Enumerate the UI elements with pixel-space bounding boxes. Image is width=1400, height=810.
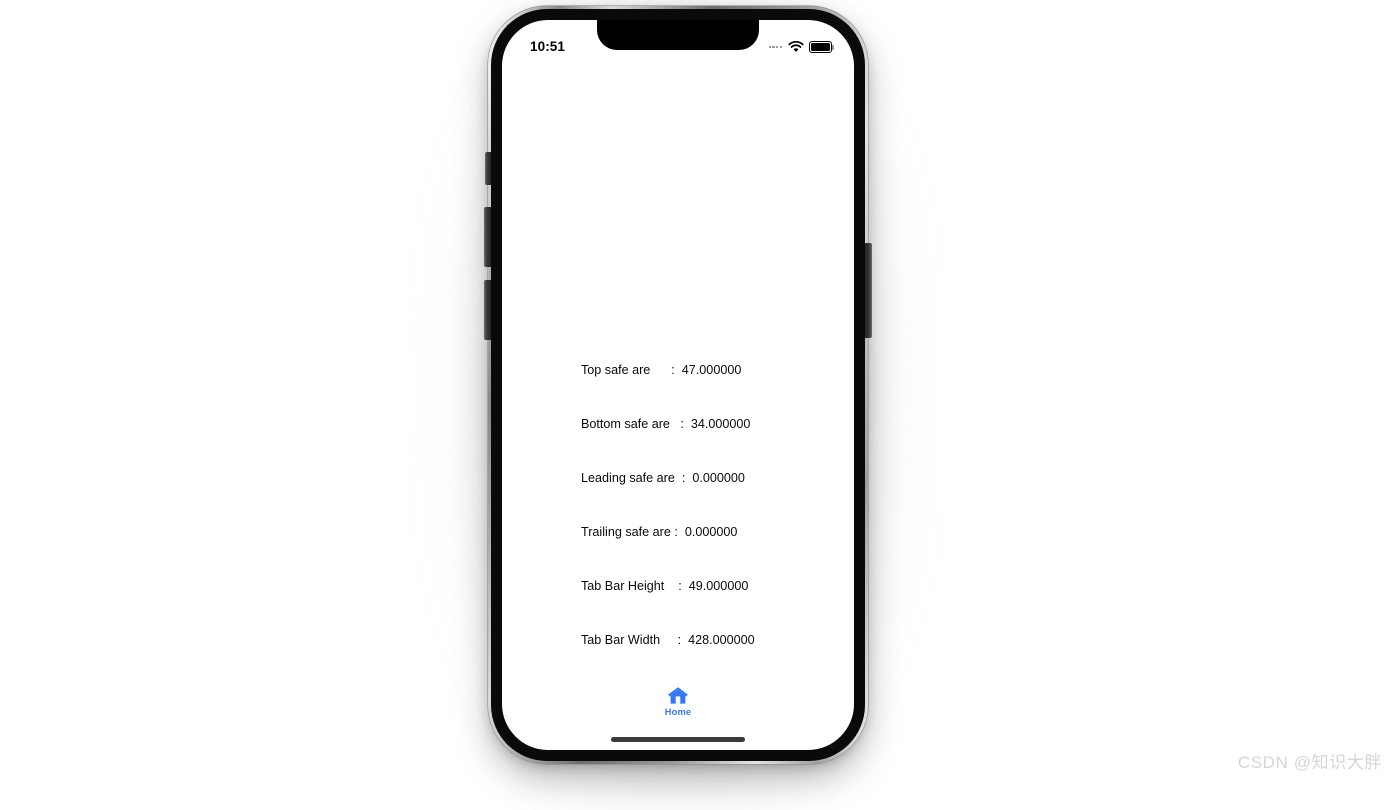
info-row: Tab Bar Width : 428.000000: [581, 633, 755, 647]
csdn-watermark: CSDN @知识大胖: [1237, 753, 1382, 772]
battery-fill-level: [811, 43, 830, 51]
home-indicator[interactable]: [611, 737, 745, 742]
phone-device: 10:51 Top safe are : 47.000000 Bottom sa…: [484, 6, 872, 764]
info-row: Leading safe are : 0.000000: [581, 471, 745, 485]
cellular-dots-icon: [768, 45, 782, 49]
info-row: Bottom safe are : 34.000000: [581, 417, 751, 431]
status-bar-time: 10:51: [530, 39, 566, 55]
power-side-button[interactable]: [865, 243, 872, 338]
info-row: Tab Bar Height : 49.000000: [581, 579, 749, 593]
status-bar-indicators: [768, 41, 835, 53]
battery-full-icon: [809, 41, 835, 53]
wifi-icon: [788, 41, 804, 52]
tab-bar: Home: [502, 677, 854, 726]
volume-down-button[interactable]: [484, 280, 491, 340]
info-row: Trailing safe are : 0.000000: [581, 525, 738, 539]
phone-screen: 10:51 Top safe are : 47.000000 Bottom sa…: [502, 20, 854, 750]
tab-item-home-label: Home: [664, 707, 692, 717]
home-icon: [668, 687, 688, 704]
safe-area-info-list: Top safe are : 47.000000 Bottom safe are…: [581, 325, 755, 685]
volume-up-button[interactable]: [484, 207, 491, 267]
status-bar: 10:51: [502, 20, 854, 64]
tab-item-home[interactable]: Home: [640, 686, 716, 717]
info-row: Top safe are : 47.000000: [581, 363, 742, 377]
